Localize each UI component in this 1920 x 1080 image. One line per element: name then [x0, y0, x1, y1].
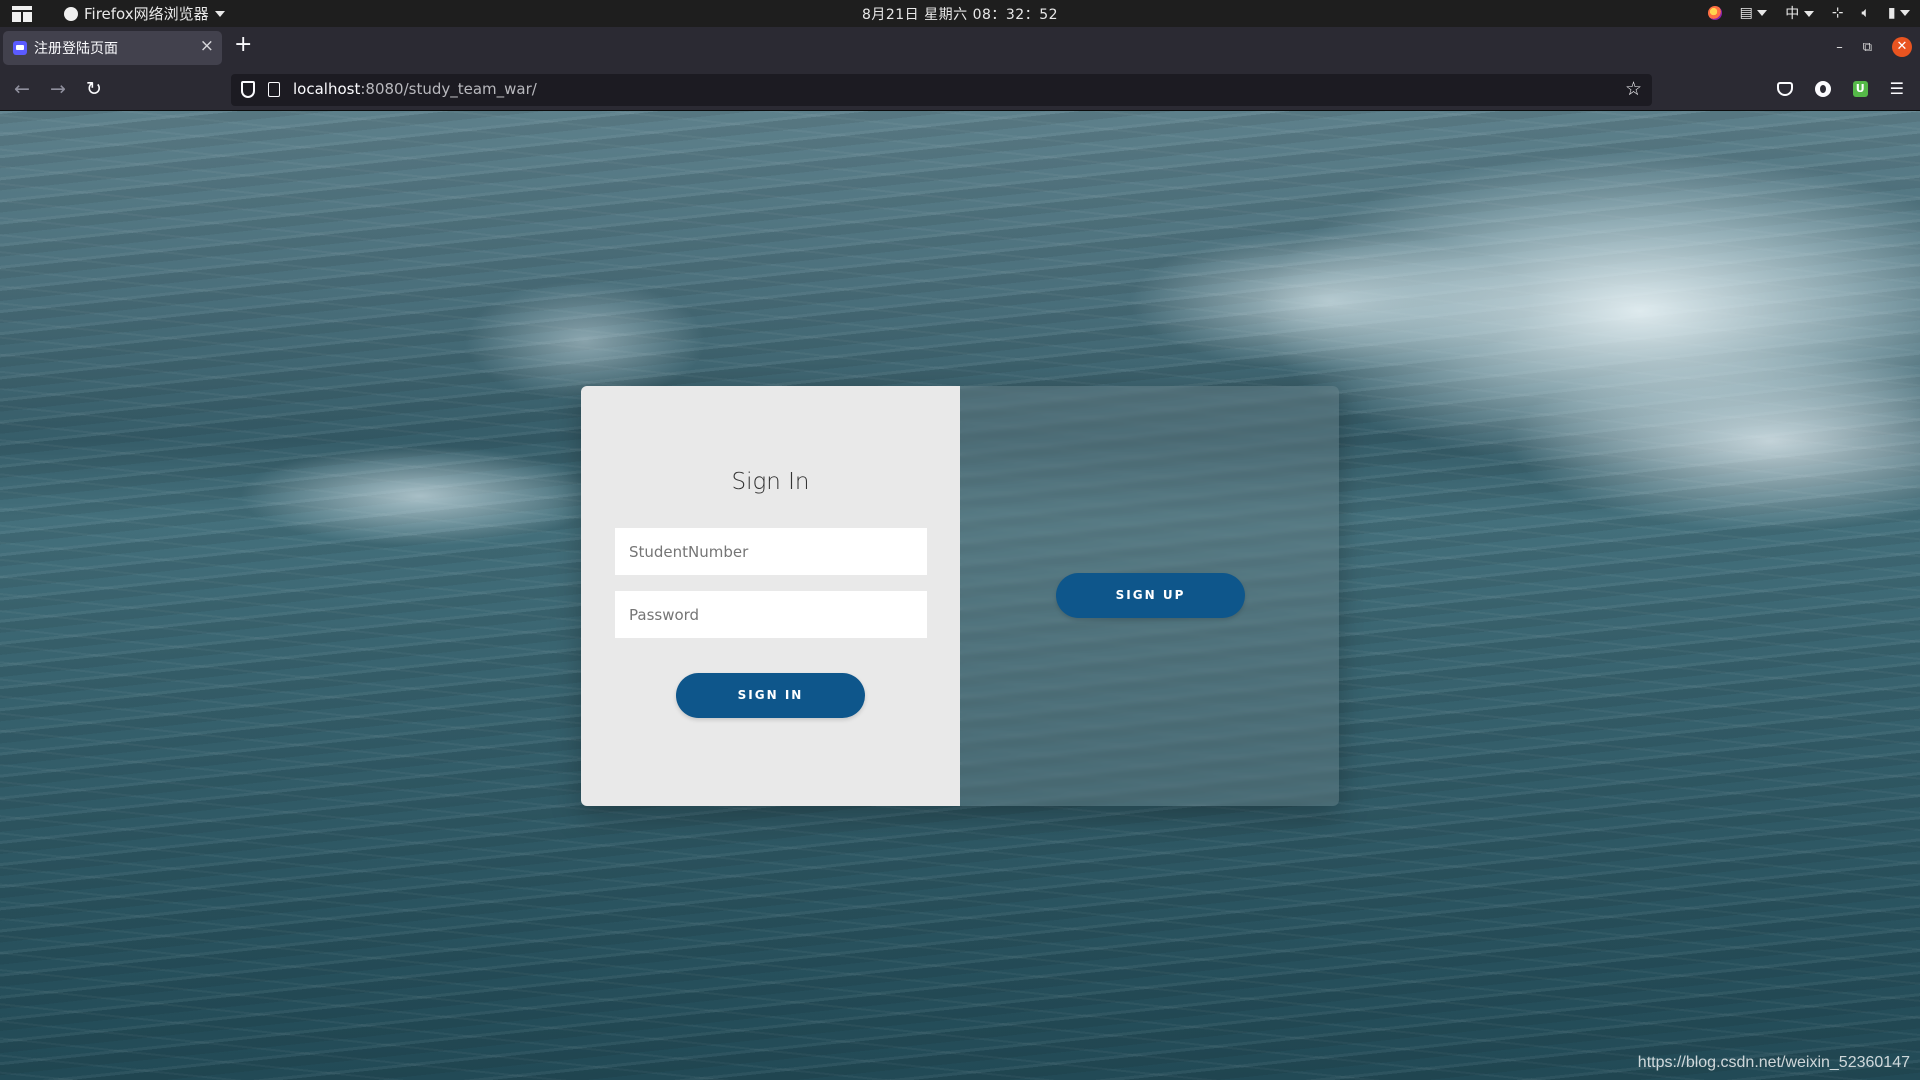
minimize-icon[interactable]: – [1836, 40, 1843, 55]
url-path: :8080/study_team_war/ [360, 80, 537, 98]
student-number-input[interactable] [615, 528, 927, 575]
volume-icon[interactable]: 🔈︎ [1861, 5, 1869, 21]
window-controls: – ⧉ ✕ [1836, 37, 1920, 57]
url-host: localhost [293, 80, 361, 98]
sign-in-title: Sign In [731, 469, 810, 495]
sign-up-button[interactable]: SIGN UP [1056, 573, 1245, 618]
forward-arrow-icon[interactable]: → [50, 78, 66, 100]
clipboard-icon[interactable]: ▤ [1740, 5, 1768, 21]
tab-favicon-icon [13, 41, 27, 55]
clock[interactable]: 8月21日 星期六 08：32：52 [0, 4, 1920, 24]
hamburger-menu-icon[interactable]: ☰ [1890, 79, 1904, 98]
browser-tab-active[interactable]: 注册登陆页面 × [3, 31, 222, 65]
extension-icon[interactable] [1814, 80, 1831, 97]
tray-app-icon[interactable] [1707, 6, 1722, 20]
bookmark-star-icon[interactable]: ☆ [1625, 78, 1642, 100]
auth-card: Sign In SIGN IN SIGN UP [581, 386, 1339, 806]
page-info-icon[interactable] [268, 82, 280, 97]
address-bar[interactable]: localhost:8080/study_team_war/ ☆ [231, 74, 1652, 106]
browser-tab-strip: 注册登陆页面 × + – ⧉ ✕ [0, 27, 1920, 69]
sign-in-button[interactable]: SIGN IN [676, 673, 865, 718]
network-icon[interactable]: ⊹ [1832, 5, 1844, 21]
desktop-top-panel: Firefox网络浏览器 8月21日 星期六 08：32：52 ▤ 中 ⊹ 🔈︎… [0, 0, 1920, 27]
toolbar-extensions: U ☰ [1776, 79, 1904, 98]
watermark-text: https://blog.csdn.net/weixin_52360147 [1637, 1054, 1910, 1071]
reload-icon[interactable]: ↻ [86, 78, 102, 100]
restore-icon[interactable]: ⧉ [1863, 40, 1872, 55]
back-arrow-icon[interactable]: ← [14, 78, 30, 100]
browser-nav-toolbar: ← → ↻ localhost:8080/study_team_war/ ☆ U… [0, 69, 1920, 111]
sign-in-panel: Sign In SIGN IN [581, 386, 960, 806]
battery-icon[interactable]: ▮ [1888, 5, 1910, 21]
password-input[interactable] [615, 591, 927, 638]
input-method-indicator[interactable]: 中 [1785, 3, 1814, 23]
page-background: Sign In SIGN IN SIGN UP https://blog.csd… [0, 111, 1920, 1080]
system-tray: ▤ 中 ⊹ 🔈︎ ▮ [1707, 3, 1910, 23]
tab-title: 注册登陆页面 [34, 41, 118, 57]
sign-up-overlay-panel: SIGN UP [960, 386, 1339, 806]
extension-green-icon[interactable]: U [1852, 80, 1868, 97]
close-window-icon[interactable]: ✕ [1892, 37, 1912, 57]
tab-close-icon[interactable]: × [200, 36, 214, 56]
url-text[interactable]: localhost:8080/study_team_war/ [293, 80, 537, 98]
tracking-shield-icon[interactable] [241, 81, 255, 98]
pocket-icon[interactable] [1776, 81, 1793, 96]
new-tab-button[interactable]: + [234, 32, 252, 57]
